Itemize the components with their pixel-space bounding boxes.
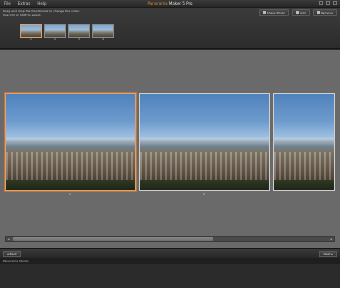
add-label: Add <box>300 10 306 15</box>
share-photo-button[interactable]: Share Photo <box>258 9 289 16</box>
photo-2[interactable] <box>139 93 270 191</box>
trees <box>274 180 334 190</box>
sea <box>140 139 269 144</box>
photo-number: 2 <box>203 192 205 196</box>
thumbnail-3[interactable]: 3 <box>68 24 90 41</box>
sea <box>6 139 135 144</box>
thumbnail-toolbar: Drag and drop the thumbnails to change t… <box>0 8 340 49</box>
remove-button[interactable]: Remove <box>312 9 337 16</box>
next-arrow-icon: ▸ <box>331 252 333 256</box>
share-icon <box>262 11 266 14</box>
scroll-right-icon[interactable]: ▸ <box>329 237 334 241</box>
thumbnail-number: 2 <box>54 37 56 41</box>
photo-number: 1 <box>69 192 71 196</box>
back-button[interactable]: ◂ Back <box>3 251 21 257</box>
close-icon[interactable] <box>333 1 337 5</box>
scroll-left-icon[interactable]: ◂ <box>6 237 11 241</box>
photo-1[interactable] <box>5 93 136 191</box>
title-bar: File Extras Help Panorama Maker 5 Pro <box>0 0 340 8</box>
thumbnail-1[interactable]: 1 <box>20 24 42 41</box>
next-button[interactable]: Next ▸ <box>319 251 337 257</box>
window-controls <box>319 1 337 5</box>
maximize-icon[interactable] <box>326 1 330 5</box>
thumbnail-image[interactable] <box>20 24 42 38</box>
horizontal-scrollbar[interactable]: ◂ ▸ <box>5 236 335 242</box>
add-icon <box>296 11 299 14</box>
app-title-rest: Maker 5 Pro <box>167 1 193 6</box>
thumbnail-number: 3 <box>78 37 80 41</box>
remove-label: Remove <box>320 10 333 15</box>
instructions: Drag and drop the thumbnails to change t… <box>3 9 80 17</box>
scroll-thumb[interactable] <box>13 237 213 241</box>
add-button[interactable]: Add <box>292 9 310 16</box>
thumbnail-number: 1 <box>30 37 32 41</box>
back-arrow-icon: ◂ <box>7 252 9 256</box>
thumbnail-2[interactable]: 2 <box>44 24 66 41</box>
thumbnail-4[interactable]: 4 <box>92 24 114 41</box>
status-text: Panorama Studio <box>3 259 29 263</box>
sea <box>274 139 334 144</box>
trees <box>6 180 135 190</box>
remove-icon <box>316 11 320 14</box>
trees <box>140 180 269 190</box>
thumbnail-image[interactable] <box>92 24 114 38</box>
next-label: Next <box>323 252 331 256</box>
thumbnail-number: 4 <box>102 37 104 41</box>
thumbnail-image[interactable] <box>44 24 66 38</box>
app-title: Panorama Maker 5 Pro <box>0 1 340 6</box>
thumbnail-image[interactable] <box>68 24 90 38</box>
photo-3[interactable] <box>273 93 335 191</box>
share-photo-label: Share Photo <box>266 10 285 15</box>
status-bar: Panorama Studio <box>0 258 340 264</box>
thumbnail-strip: 1 2 3 4 <box>20 24 114 41</box>
minimize-icon[interactable] <box>319 1 323 5</box>
instruction-line-2: Use Ctrl or Shift to select. <box>3 13 42 17</box>
back-label: Back <box>9 252 17 256</box>
toolbar-buttons: Share Photo Add Remove <box>258 9 337 16</box>
app-title-brand: Panorama <box>147 1 168 6</box>
